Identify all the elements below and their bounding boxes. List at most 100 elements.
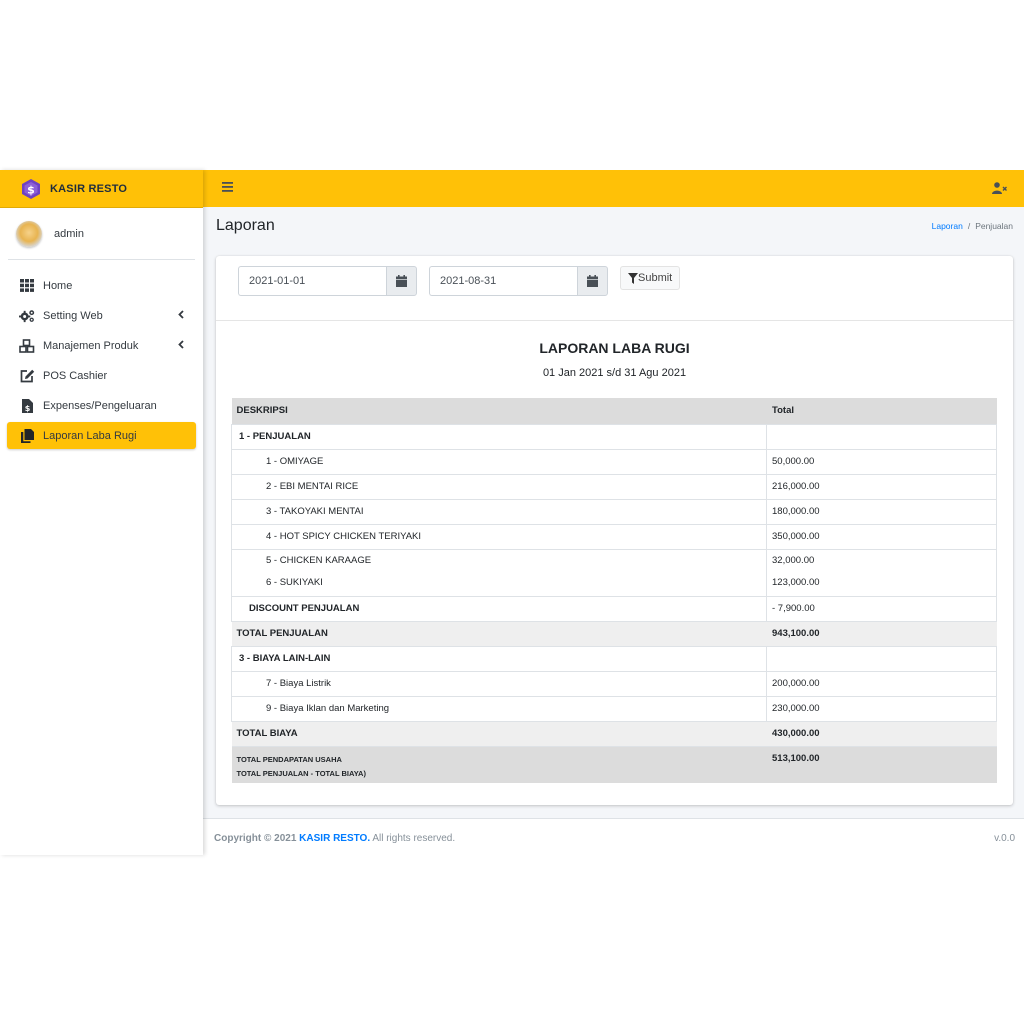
gears-icon (19, 308, 35, 324)
section-row-penjualan: 1 - PENJUALAN (231, 424, 997, 450)
breadcrumb-link-laporan[interactable]: Laporan (932, 221, 963, 231)
item-total: 350,000.00 (766, 524, 997, 550)
brand-link[interactable]: $ KASIR RESTO (0, 170, 203, 208)
submit-button[interactable]: Submit (620, 266, 681, 290)
discount-label: DISCOUNT PENJUALAN (231, 596, 767, 622)
menu-toggle-icon[interactable] (222, 182, 233, 192)
brand-logo-icon: $ (22, 178, 40, 199)
table-row: 7 - Biaya Listrik 200,000.00 (231, 671, 997, 697)
table-row: 9 - Biaya Iklan dan Marketing 230,000.00 (231, 696, 997, 722)
grand-total-line1: TOTAL PENDAPATAN USAHA (236, 754, 342, 764)
start-date-group: 2021-01-01 (238, 266, 417, 296)
copyright: Copyright © 2021 KASIR RESTO. All rights… (214, 833, 455, 844)
filter-bar: 2021-01-01 2021-08-31 Submit (216, 256, 1013, 321)
sidebar-item-label: Manajemen Produk (43, 339, 139, 352)
content-wrapper: Laporan Laporan / Penjualan 2021-01-01 202… (203, 207, 1024, 818)
table-header-row: DESKRIPSI Total (231, 398, 997, 425)
total-penjualan-value: 943,100.00 (766, 621, 997, 647)
sidebar-item-label: Expenses/Pengeluaran (43, 399, 157, 412)
footer-brand-link[interactable]: KASIR RESTO. (299, 833, 370, 844)
version: v.0.0 (994, 833, 1015, 844)
filter-icon (628, 272, 638, 284)
section-label: 1 - PENJUALAN (231, 424, 767, 450)
grand-total-value: 513,100.00 (766, 746, 997, 783)
copyright-prefix: Copyright © 2021 (214, 833, 300, 844)
grid-icon (19, 278, 35, 294)
item-description: 4 - HOT SPICY CHICKEN TERIYAKI (231, 524, 767, 550)
sidebar-item-label: Setting Web (43, 309, 103, 322)
item-total: 50,000.00 (766, 449, 997, 475)
breadcrumb-separator: / (967, 221, 971, 231)
sidebar-item-home[interactable]: Home (7, 272, 196, 299)
app-window: $ KASIR RESTO admin Home Setting Web Man… (0, 170, 1024, 855)
grand-total-label: TOTAL PENDAPATAN USAHA TOTAL PENJUALAN -… (231, 746, 767, 783)
table-row: 1 - OMIYAGE 50,000.00 (231, 449, 997, 475)
edit-icon (19, 368, 35, 384)
grand-total-row: TOTAL PENDAPATAN USAHA TOTAL PENJUALAN -… (231, 746, 997, 783)
item-description: 1 - OMIYAGE (231, 449, 767, 475)
item-total: 200,000.00 (766, 671, 997, 697)
section-row-biaya: 3 - BIAYA LAIN-LAIN (231, 646, 997, 672)
sidebar-item-label: Home (43, 279, 73, 292)
end-date-group: 2021-08-31 (429, 266, 608, 296)
table-row: 5 - CHICKEN KARAAGE 32,000.00 (231, 549, 997, 571)
item-description: 5 - CHICKEN KARAAGE (231, 549, 767, 571)
avatar (16, 220, 42, 247)
table-row: 3 - TAKOYAKI MENTAI 180,000.00 (231, 499, 997, 525)
brand-name: KASIR RESTO (50, 182, 128, 195)
total-biaya-row: TOTAL BIAYA 430,000.00 (231, 721, 997, 747)
report-period: 01 Jan 2021 s/d 31 Agu 2021 (542, 367, 687, 379)
chevron-left-icon (178, 340, 184, 349)
user-name[interactable]: admin (54, 228, 84, 240)
calendar-icon (396, 275, 407, 287)
footer: Copyright © 2021 KASIR RESTO. All rights… (203, 818, 1024, 855)
discount-total: - 7,900.00 (766, 596, 997, 622)
top-navbar (203, 170, 1024, 207)
total-penjualan-row: TOTAL PENJUALAN 943,100.00 (231, 621, 997, 647)
total-penjualan-label: TOTAL PENJUALAN (231, 621, 767, 647)
sidebar-item-label: POS Cashier (43, 369, 108, 382)
copy-icon (19, 428, 35, 444)
section-total (766, 646, 997, 672)
sidebar-item-pos-cashier[interactable]: POS Cashier (7, 362, 196, 389)
submit-label: Submit (638, 272, 673, 284)
sidebar-nav: Home Setting Web Manajemen Produk POS Ca… (0, 272, 203, 449)
table-row: 4 - HOT SPICY CHICKEN TERIYAKI 350,000.0… (231, 524, 997, 550)
breadcrumb-current: Penjualan (975, 221, 1013, 231)
page-title: Laporan (216, 217, 275, 234)
copyright-rights: All rights reserved. (370, 833, 456, 844)
sidebar: $ KASIR RESTO admin Home Setting Web Man… (0, 170, 203, 855)
user-logout-icon[interactable] (992, 182, 1007, 194)
item-total: 123,000.00 (766, 571, 997, 597)
breadcrumb: Laporan / Penjualan (932, 221, 1013, 231)
profit-loss-table: DESKRIPSI Total 1 - PENJUALAN 1 - OMIYAG… (231, 398, 997, 783)
svg-text:$: $ (24, 404, 30, 413)
item-total: 180,000.00 (766, 499, 997, 525)
column-header-deskripsi: DESKRIPSI (231, 398, 767, 425)
section-total (766, 424, 997, 450)
report-title: LAPORAN LABA RUGI (539, 340, 690, 356)
section-label: 3 - BIAYA LAIN-LAIN (231, 646, 767, 672)
discount-row: DISCOUNT PENJUALAN - 7,900.00 (231, 596, 997, 622)
user-panel[interactable]: admin (8, 208, 195, 260)
sidebar-item-laporan-laba-rugi[interactable]: Laporan Laba Rugi (7, 422, 196, 449)
report-card: 2021-01-01 2021-08-31 Submit LAPORAN LAB (216, 256, 1013, 805)
item-total: 230,000.00 (766, 696, 997, 722)
start-date-picker-button[interactable] (386, 266, 417, 296)
item-total: 32,000.00 (766, 549, 997, 571)
start-date-input[interactable]: 2021-01-01 (238, 266, 386, 296)
sidebar-item-expenses[interactable]: $ Expenses/Pengeluaran (7, 392, 196, 419)
calendar-icon (587, 275, 598, 287)
chevron-left-icon (178, 310, 184, 319)
item-description: 3 - TAKOYAKI MENTAI (231, 499, 767, 525)
sidebar-item-manajemen-produk[interactable]: Manajemen Produk (7, 332, 196, 359)
end-date-input[interactable]: 2021-08-31 (429, 266, 577, 296)
grand-total-line2: TOTAL PENJUALAN - TOTAL BIAYA) (236, 768, 366, 778)
end-date-picker-button[interactable] (577, 266, 608, 296)
cubes-icon (19, 338, 35, 354)
sidebar-item-setting-web[interactable]: Setting Web (7, 302, 196, 329)
table-row: 6 - SUKIYAKI 123,000.00 (231, 571, 997, 597)
item-description: 7 - Biaya Listrik (231, 671, 767, 697)
file-dollar-icon: $ (19, 398, 35, 414)
sidebar-item-label: Laporan Laba Rugi (43, 429, 137, 442)
